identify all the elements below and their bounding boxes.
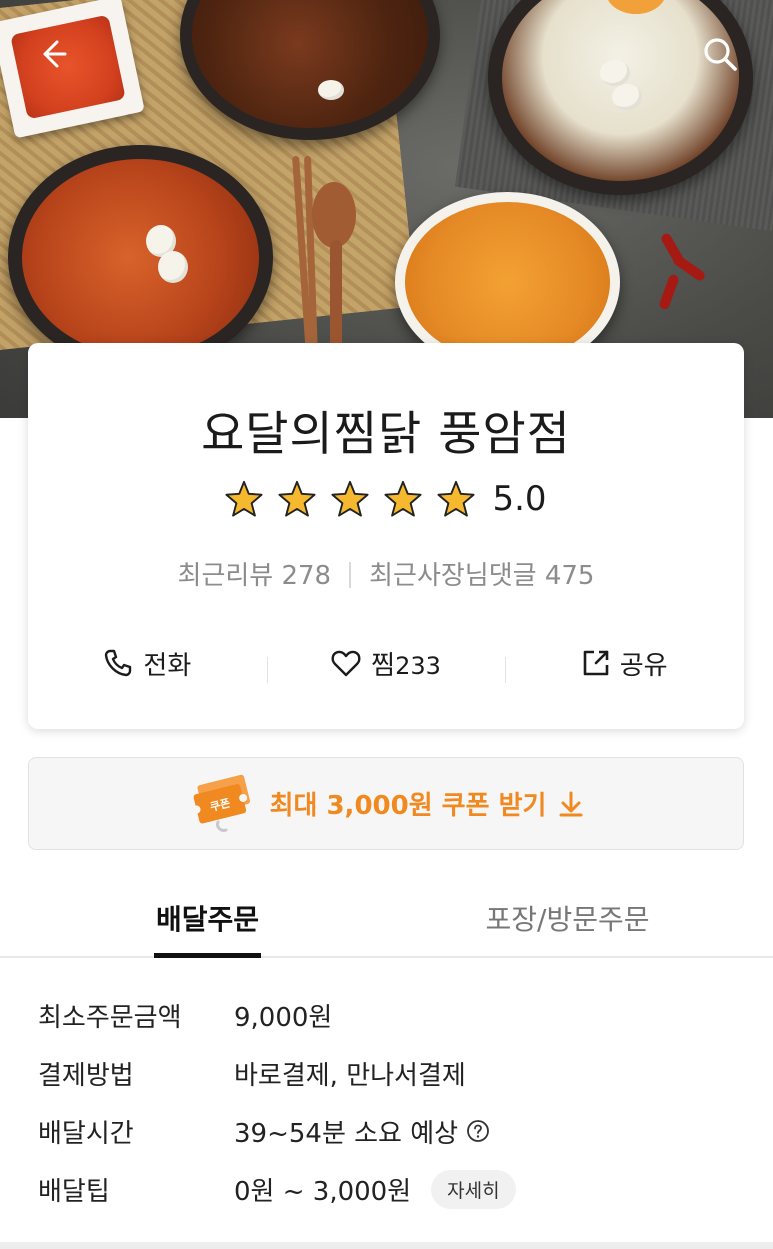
back-button[interactable] (30, 32, 74, 76)
coupon-ticket-icon: 쿠폰 (192, 774, 250, 832)
download-arrow-icon (559, 791, 583, 816)
chili-pepper (658, 273, 680, 311)
min-order-label: 최소주문금액 (38, 1002, 182, 1033)
star-icon (225, 480, 263, 517)
store-actions: 전화 찜233 공유 (28, 638, 744, 688)
search-button[interactable] (698, 32, 742, 76)
rating-value: 5.0 (492, 479, 547, 519)
coupon-text: 최대 3,000원 쿠폰 받기 (269, 791, 547, 821)
owner-replies-link[interactable]: 최근사장님댓글 475 (369, 561, 594, 591)
star-icon (331, 480, 369, 517)
star-icon (278, 480, 316, 517)
share-button[interactable]: 공유 (505, 645, 744, 683)
delivery-time-value: 39~54분 소요 예상 (234, 1118, 459, 1149)
back-arrow-icon (43, 40, 67, 68)
share-icon (583, 650, 609, 676)
coupon-download-button[interactable]: 쿠폰 최대 3,000원 쿠폰 받기 (28, 757, 744, 850)
like-count: 233 (395, 651, 441, 680)
tab-pickup[interactable]: 포장/방문주문 (445, 880, 690, 956)
star-icon (437, 480, 475, 517)
like-button[interactable]: 찜233 (266, 645, 506, 683)
order-type-tabs: 배달주문 포장/방문주문 (0, 880, 773, 958)
delivery-tip-detail-button[interactable]: 자세히 (431, 1169, 516, 1209)
tab-delivery[interactable]: 배달주문 (130, 880, 285, 958)
min-order-value: 9,000원 (234, 1002, 333, 1033)
search-icon (704, 38, 737, 71)
recent-reviews-link[interactable]: 최근리뷰 278 (178, 561, 332, 591)
star-icon (384, 480, 422, 517)
spoon (312, 182, 356, 248)
store-info-card: 요달의찜닭 풍암점 5.0 최근리뷰 278 최근사장님댓글 475 전화 찜23… (28, 343, 744, 729)
delivery-info: 최소주문금액 9,000원 결제방법 바로결제, 만나서결제 배달시간 39~5… (38, 986, 738, 1218)
store-name: 요달의찜닭 풍암점 (201, 407, 571, 462)
payment-label: 결제방법 (38, 1060, 134, 1091)
rating-row: 5.0 (28, 479, 744, 519)
review-counts: 최근리뷰 278 최근사장님댓글 475 (28, 555, 744, 592)
spicy-chicken-bowl (8, 145, 273, 370)
like-label: 찜 (371, 650, 396, 681)
heart-icon (331, 650, 361, 677)
call-button[interactable]: 전화 (28, 645, 267, 682)
section-divider (0, 1242, 773, 1249)
info-row-payment: 결제방법 바로결제, 만나서결제 (38, 1044, 738, 1102)
delivery-time-label: 배달시간 (38, 1118, 134, 1149)
payment-value: 바로결제, 만나서결제 (234, 1060, 466, 1091)
info-row-delivery-time: 배달시간 39~54분 소요 예상 (38, 1102, 738, 1160)
share-label: 공유 (619, 650, 668, 681)
spoon-handle (330, 240, 342, 350)
help-circle-icon[interactable] (466, 1119, 490, 1143)
phone-icon (105, 649, 132, 677)
info-row-delivery-tip: 배달팁 0원 ~ 3,000원 자세히 (38, 1160, 738, 1218)
delivery-tip-label: 배달팁 (38, 1176, 110, 1207)
delivery-tip-value: 0원 ~ 3,000원 (234, 1176, 412, 1207)
divider (349, 562, 352, 588)
call-label: 전화 (143, 650, 192, 681)
info-row-min-order: 최소주문금액 9,000원 (38, 986, 738, 1044)
